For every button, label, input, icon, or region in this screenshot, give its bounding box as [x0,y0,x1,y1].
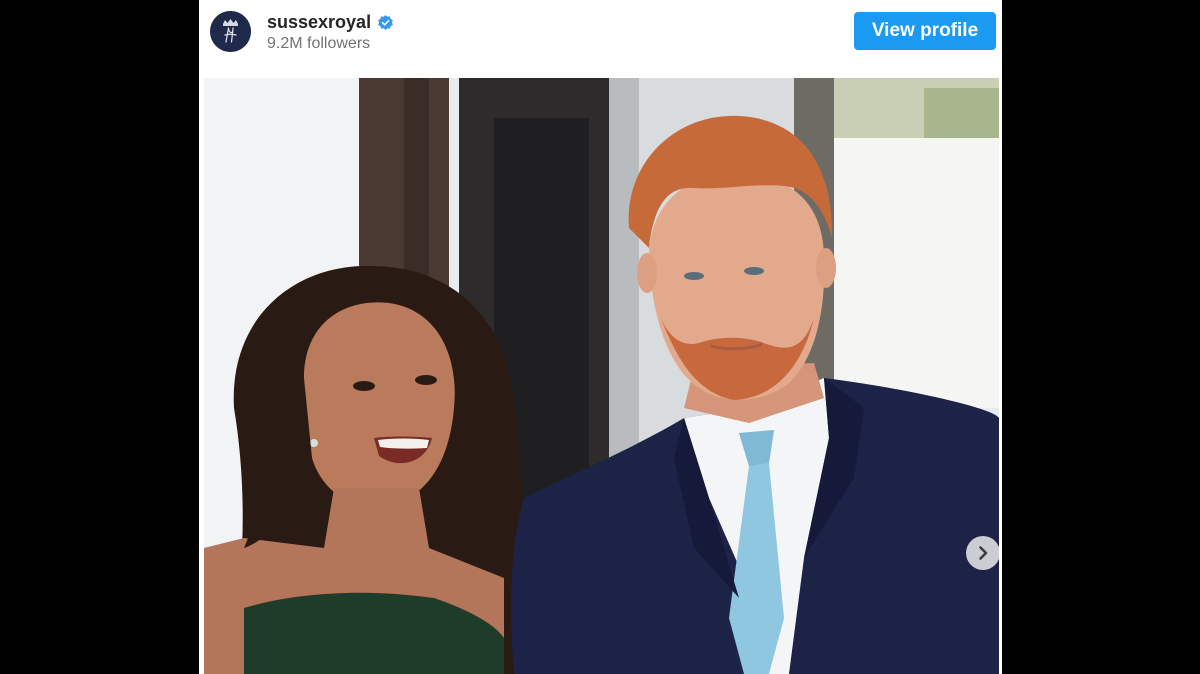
follower-count: 9.2M followers [267,35,371,52]
view-profile-button[interactable]: View profile [854,12,996,50]
photo-image [204,78,999,674]
instagram-embed-card: sussexroyal 9.2M followers View profile [199,0,1002,674]
verified-badge-icon [377,14,394,31]
carousel-next-button[interactable] [966,536,999,570]
post-header: sussexroyal 9.2M followers View profile [199,0,1002,76]
post-photo[interactable] [204,78,999,674]
crown-monogram-avatar [210,11,251,52]
username-link[interactable]: sussexroyal [267,11,371,33]
chevron-right-icon [979,546,988,560]
username-row: sussexroyal [267,11,394,33]
profile-avatar[interactable] [210,11,251,52]
